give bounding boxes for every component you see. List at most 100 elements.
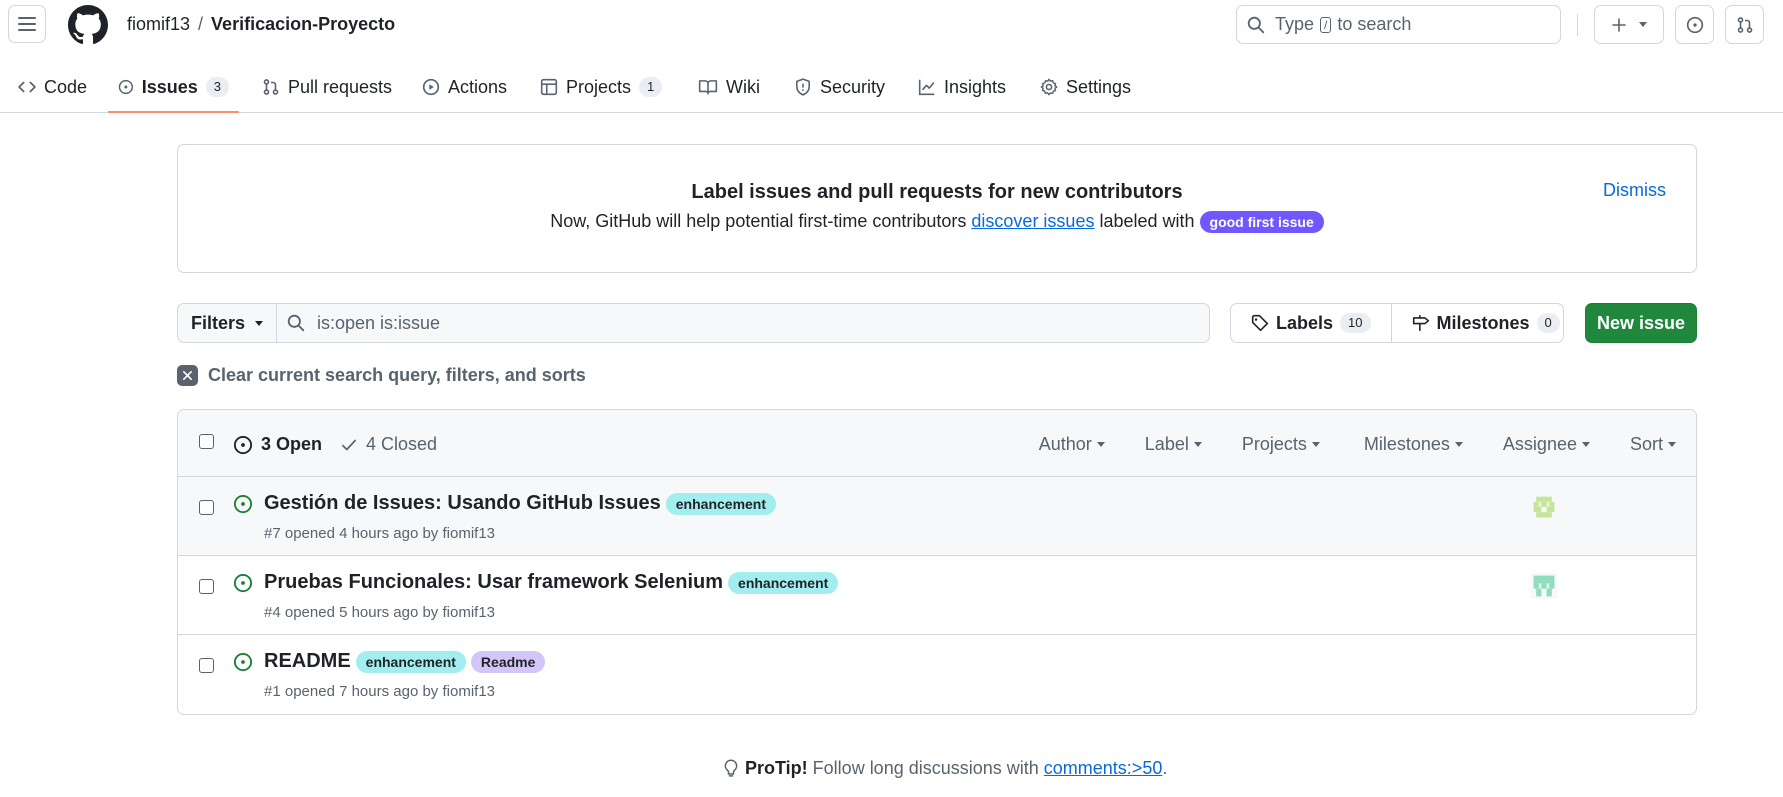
tab-label: Settings <box>1066 76 1132 97</box>
banner-title: Label issues and pull requests for new c… <box>691 181 1183 203</box>
tab-label: Insights <box>944 76 1007 97</box>
clear-filters-label: Clear current search query, filters, and… <box>208 365 586 385</box>
gear-icon <box>1040 78 1058 96</box>
issue-title-link[interactable]: Gestión de Issues: Usando GitHub Issues <box>264 492 661 515</box>
issue-title-link[interactable]: README <box>264 650 351 673</box>
projects-filter[interactable]: Projects <box>1242 434 1320 455</box>
create-new-button[interactable] <box>1594 5 1664 44</box>
sort-dropdown[interactable]: Sort <box>1630 434 1676 455</box>
tab-wiki[interactable]: Wiki <box>688 62 770 112</box>
filters-dropdown-button[interactable]: Filters <box>178 304 277 342</box>
breadcrumb: fiomif13 / Verificacion-Proyecto <box>127 14 395 35</box>
assignee-filter-label: Assignee <box>1502 434 1577 454</box>
issues-filter-bar: Filters is:open is:issue <box>177 303 1210 343</box>
search-icon <box>1247 16 1265 33</box>
tab-actions[interactable]: Actions <box>412 62 517 112</box>
labels-count-badge: 10 <box>1340 313 1371 333</box>
labels-button[interactable]: Labels 10 <box>1231 304 1391 342</box>
issue-title-line: Gestión de Issues: Usando GitHub Issues … <box>264 492 777 515</box>
tab-settings[interactable]: Settings <box>1030 62 1141 112</box>
good-first-issue-label[interactable]: good first issue <box>1199 211 1324 234</box>
labels-label: Labels <box>1276 312 1334 333</box>
issue-opened-icon <box>233 435 253 454</box>
issue-title-link[interactable]: Pruebas Funcionales: Usar framework Sele… <box>264 571 723 594</box>
open-issues-link[interactable]: 3 Open <box>233 434 322 455</box>
tab-label: Wiki <box>726 76 760 97</box>
check-icon <box>341 439 357 450</box>
issue-meta: #1 opened 7 hours ago by fiomif13 <box>264 683 495 700</box>
tab-label: Actions <box>448 76 508 97</box>
tab-pull-requests[interactable]: Pull requests <box>252 62 402 112</box>
sort-label: Sort <box>1629 434 1663 454</box>
new-issue-button[interactable]: New issue <box>1585 303 1697 343</box>
issue-row[interactable]: README enhancement Readme #1 opened 7 ho… <box>178 635 1696 714</box>
light-bulb-icon <box>724 758 738 777</box>
issue-checkbox[interactable] <box>199 658 214 673</box>
divider <box>1577 14 1578 36</box>
filters-label: Filters <box>190 312 246 333</box>
tab-projects[interactable]: Projects 1 <box>530 62 672 112</box>
github-logo-icon[interactable] <box>68 5 108 45</box>
tab-label: Projects <box>566 76 632 97</box>
play-icon <box>422 78 440 96</box>
tab-code[interactable]: Code <box>8 62 97 112</box>
global-search[interactable]: Type / to search <box>1236 5 1561 44</box>
issue-checkbox[interactable] <box>199 579 214 594</box>
issue-opened-icon <box>233 494 253 514</box>
issues-search-input[interactable]: is:open is:issue <box>277 304 1209 342</box>
milestones-count-badge: 0 <box>1536 313 1560 333</box>
tab-label: Code <box>44 76 88 97</box>
breadcrumb-separator: / <box>198 14 204 34</box>
chevron-down-icon <box>1639 22 1647 27</box>
chevron-down-icon <box>1193 442 1202 447</box>
tag-icon <box>1251 314 1269 332</box>
issue-checkbox[interactable] <box>199 500 214 515</box>
repo-link[interactable]: Verificacion-Proyecto <box>211 14 395 34</box>
assignee-avatar[interactable] <box>1531 494 1557 520</box>
clear-filters-link[interactable]: Clear current search query, filters, and… <box>177 365 586 386</box>
issue-label[interactable]: enhancement <box>728 571 839 594</box>
label-filter[interactable]: Label <box>1145 434 1202 455</box>
search-suffix: to search <box>1337 14 1412 34</box>
author-filter[interactable]: Author <box>1039 434 1105 455</box>
your-pull-requests-button[interactable] <box>1725 5 1764 44</box>
assignee-avatar[interactable] <box>1531 573 1557 599</box>
code-icon <box>18 81 36 93</box>
select-all-checkbox[interactable] <box>199 434 214 449</box>
issue-row[interactable]: Gestión de Issues: Usando GitHub Issues … <box>178 477 1696 556</box>
search-icon <box>287 314 305 332</box>
issue-label[interactable]: enhancement <box>665 492 777 515</box>
menu-button[interactable] <box>8 5 46 43</box>
tab-insights[interactable]: Insights <box>908 62 1016 112</box>
your-issues-button[interactable] <box>1675 5 1714 44</box>
protip-link[interactable]: comments:>50 <box>1044 758 1163 778</box>
milestones-button[interactable]: Milestones 0 <box>1390 304 1580 342</box>
author-filter-label: Author <box>1038 434 1092 454</box>
assignee-filter[interactable]: Assignee <box>1503 434 1590 455</box>
milestones-filter[interactable]: Milestones <box>1364 434 1463 455</box>
chevron-down-icon <box>1581 442 1590 447</box>
issue-meta: #4 opened 5 hours ago by fiomif13 <box>264 604 495 621</box>
global-header: fiomif13 / Verificacion-Proyecto Type / to s… <box>0 0 1783 50</box>
tab-issues[interactable]: Issues 3 <box>108 62 239 113</box>
protip-end: . <box>1162 758 1168 778</box>
chevron-down-icon <box>1668 442 1676 447</box>
protip-text: Follow long discussions with <box>807 758 1044 778</box>
owner-link[interactable]: fiomif13 <box>127 14 190 34</box>
issue-meta: #7 opened 4 hours ago by fiomif13 <box>264 525 495 542</box>
plus-icon <box>1612 17 1626 32</box>
issue-title-line: Pruebas Funcionales: Usar framework Sele… <box>264 571 839 594</box>
milestones-filter-label: Milestones <box>1363 434 1450 454</box>
closed-issues-link[interactable]: 4 Closed <box>340 434 437 455</box>
close-icon <box>177 365 198 386</box>
issue-label[interactable]: enhancement <box>355 650 466 673</box>
repo-navigation: Code Issues 3 Pull requests Actions Proj… <box>0 62 1783 113</box>
tab-security[interactable]: Security <box>784 62 895 112</box>
chevron-down-icon <box>255 320 264 326</box>
discover-issues-link[interactable]: discover issues <box>971 211 1094 231</box>
protip: ProTip! Follow long discussions with com… <box>723 758 1167 779</box>
issue-label[interactable]: Readme <box>470 650 546 673</box>
issue-opened-icon <box>233 573 253 593</box>
dismiss-button[interactable]: Dismiss <box>1603 180 1666 201</box>
issue-row[interactable]: Pruebas Funcionales: Usar framework Sele… <box>178 556 1696 635</box>
